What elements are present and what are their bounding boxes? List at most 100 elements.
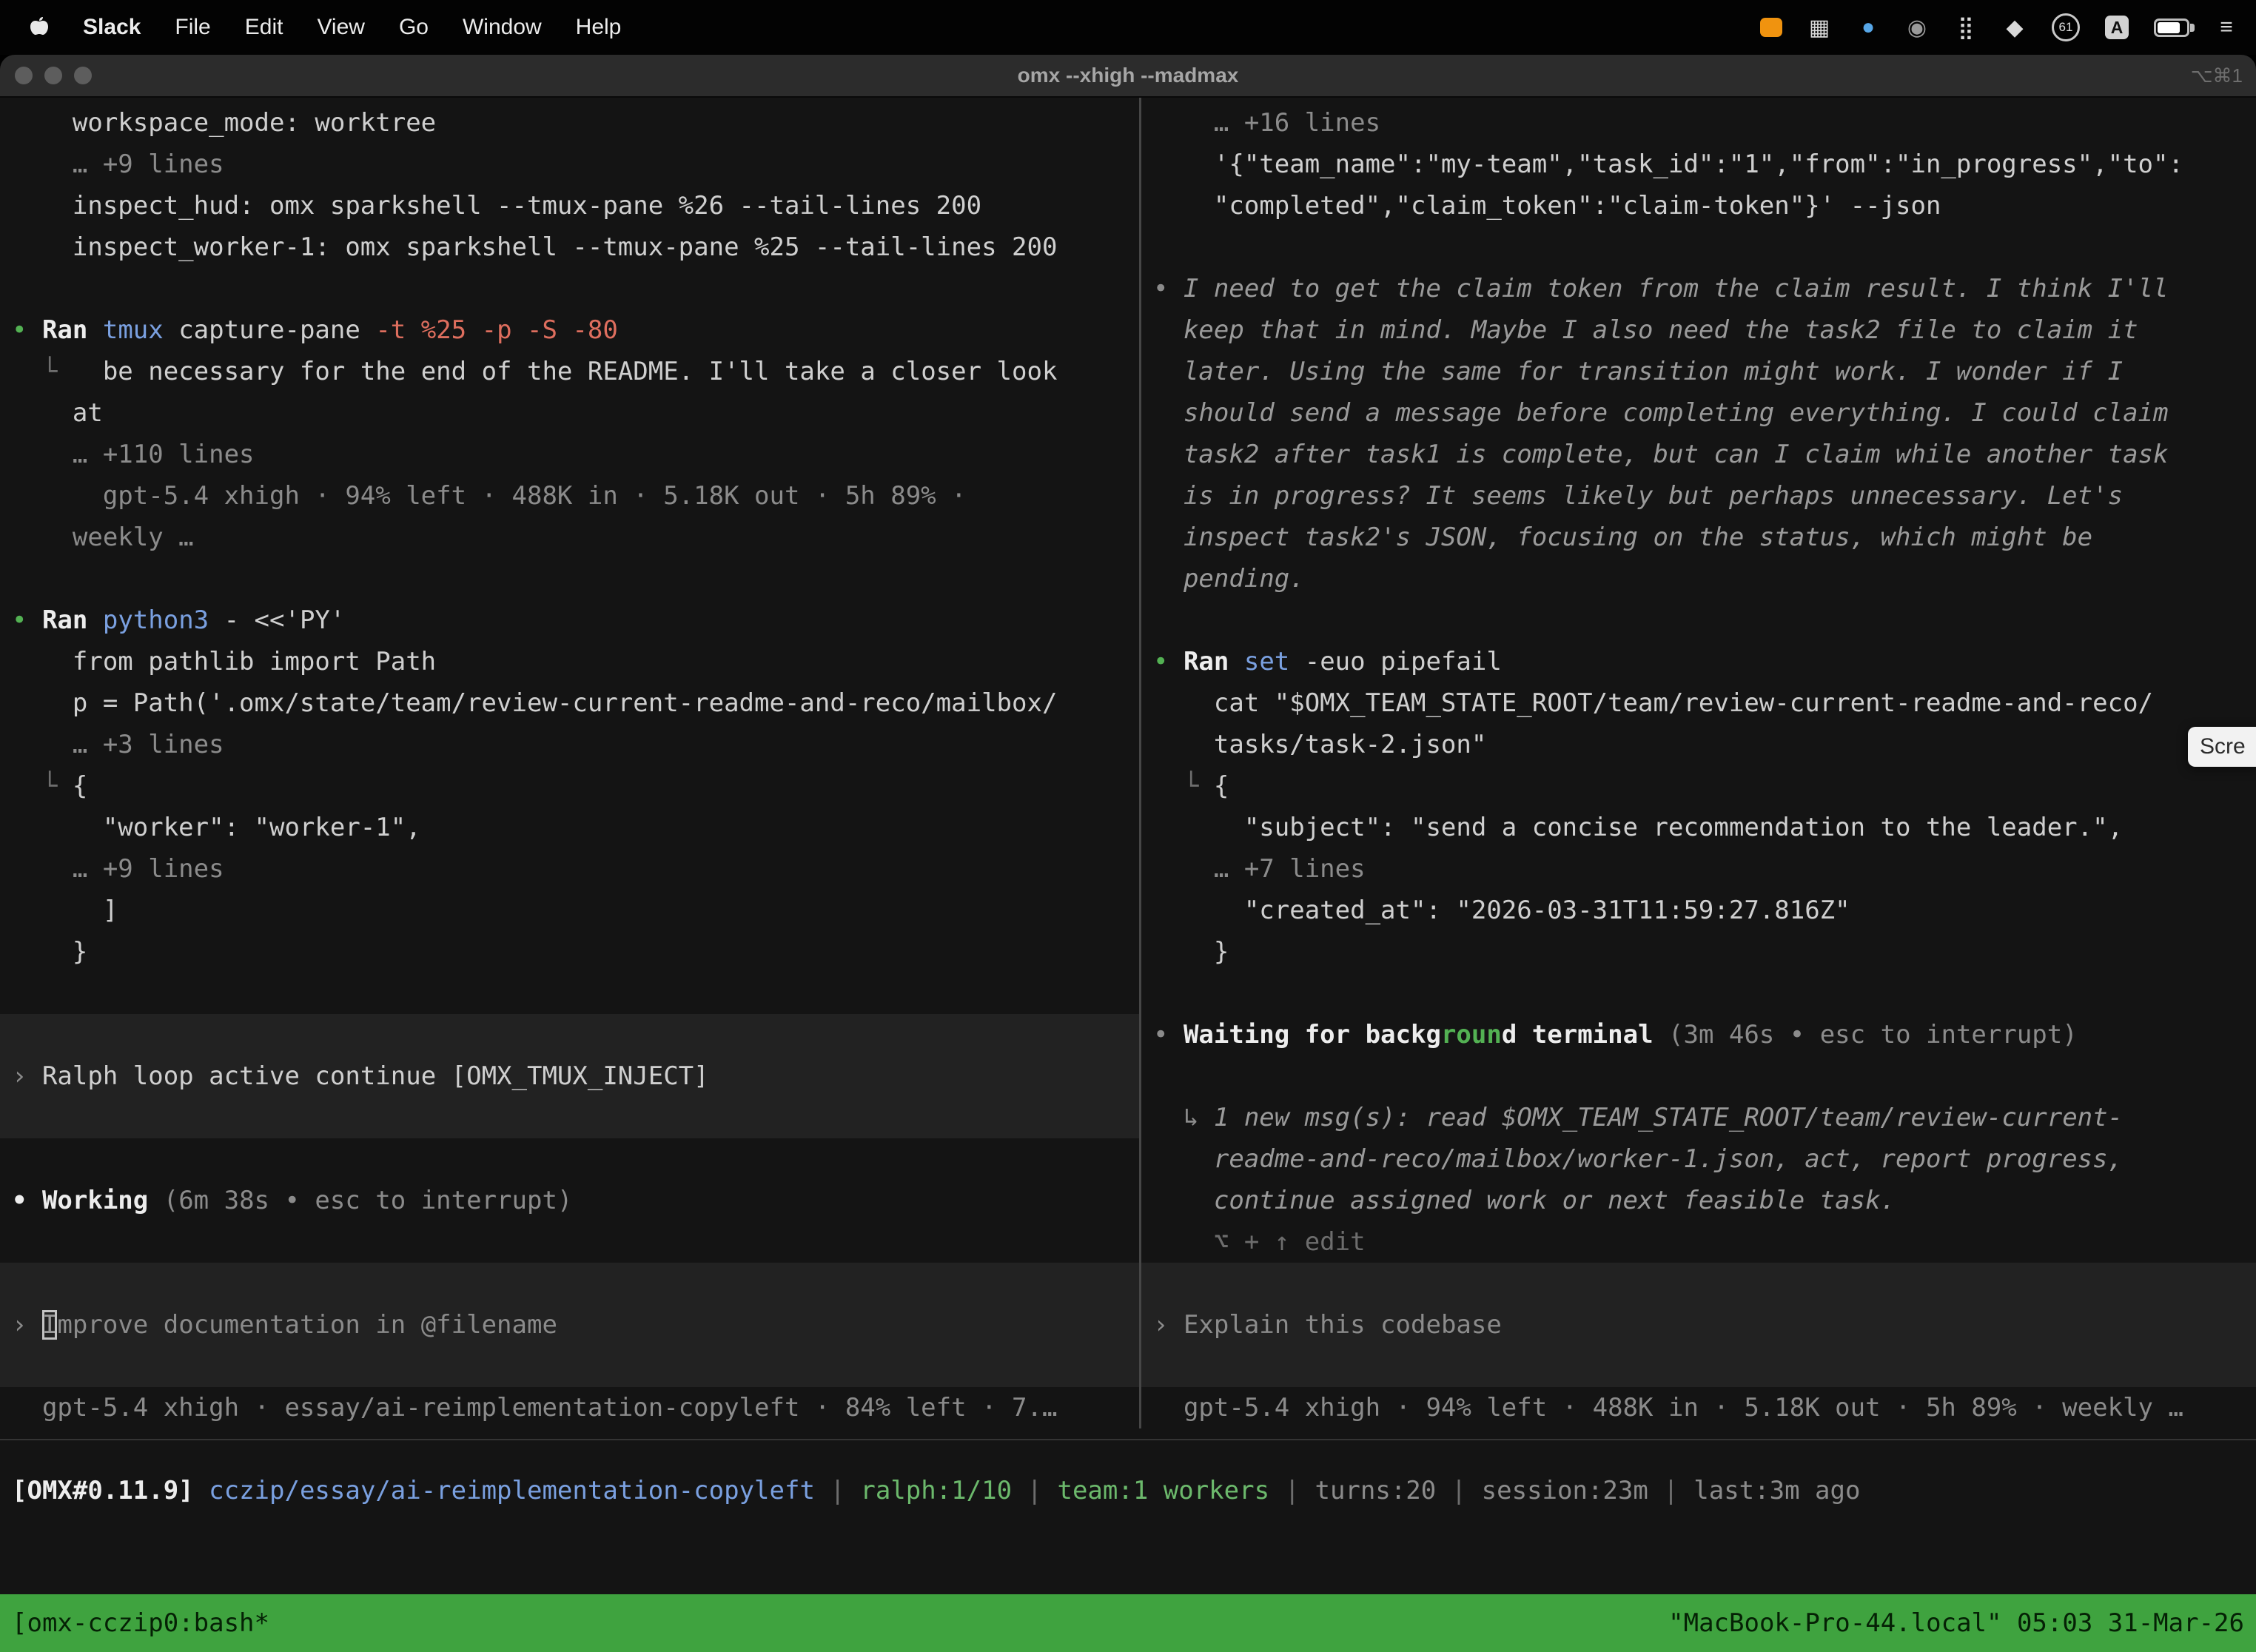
output-line: └ { (1141, 765, 2256, 807)
menu-go[interactable]: Go (399, 15, 429, 40)
command-line: • Ran python3 - <<'PY' (0, 600, 1139, 641)
thinking-line: task2 after task1 is complete, but can I… (1141, 434, 2256, 475)
tmux-status-bar: [omx-cczip0:bash* "MacBook-Pro-44.local"… (0, 1594, 2256, 1652)
composer-row (0, 1097, 1139, 1138)
input-source-icon[interactable]: A (2105, 16, 2129, 39)
text-segment: tasks/task-2.json" (1153, 730, 1486, 759)
text-segment: pending. (1153, 564, 1305, 594)
text-segment: Ran (1184, 647, 1244, 676)
window-grid-icon[interactable]: ▦ (1807, 15, 1831, 41)
bullet-icon: • (12, 1186, 42, 1215)
battery-icon[interactable] (2154, 19, 2189, 37)
composer-input[interactable]: › Explain this codebase (1141, 1304, 2256, 1346)
composer-row (1141, 1263, 2256, 1304)
output-elision: … +110 lines (0, 434, 1139, 475)
terminal-line (1141, 600, 2256, 641)
menu-app-name[interactable]: Slack (83, 15, 141, 40)
text-segment: capture-pane (164, 315, 360, 345)
composer-row (1141, 1346, 2256, 1387)
status-separator-line (0, 1439, 2256, 1440)
macos-menu-bar: Slack File Edit View Go Window Help ▦ ● … (0, 0, 2256, 55)
zoom-button[interactable] (74, 67, 92, 84)
composer-row (0, 1346, 1139, 1387)
text-segment: gpt-5.4 xhigh · 94% left · 488K in · 5.1… (12, 481, 967, 511)
screen-recording-indicator-icon[interactable] (1760, 18, 1782, 37)
text-segment: … +110 lines (12, 440, 255, 469)
text-segment: d terminal (1502, 1020, 1654, 1050)
terminal-line (0, 1138, 1139, 1180)
window-shortcut-hint: ⌥⌘1 (2191, 64, 2243, 87)
menu-window[interactable]: Window (463, 15, 542, 40)
menu-help[interactable]: Help (576, 15, 622, 40)
command-line: • Ran set -euo pipefail (1141, 641, 2256, 682)
output-elision: … +9 lines (0, 848, 1139, 890)
composer-input[interactable]: › Improve documentation in @filename (0, 1304, 1139, 1346)
thinking-line: inspect task2's JSON, focusing on the st… (1141, 517, 2256, 558)
text-segment: | (1436, 1476, 1481, 1505)
text-segment: mprove documentation in @filename (57, 1310, 557, 1340)
menu-file[interactable]: File (175, 15, 210, 40)
text-segment: cat "$OMX_TEAM_STATE_ROOT/team/review-cu… (1153, 688, 2153, 718)
edit-hint-line: ⌥ + ↑ edit (1141, 1221, 2256, 1263)
output-line: at (0, 392, 1139, 434)
text-segment: Explain this codebase (1184, 1310, 1502, 1340)
command-continuation: from pathlib import Path (0, 641, 1139, 682)
menu-edit[interactable]: Edit (245, 15, 283, 40)
output-line: └ { (0, 765, 1139, 807)
text-segment: from pathlib import Path (12, 647, 436, 676)
app-status-icon-blue[interactable]: ● (1856, 15, 1880, 40)
text-segment: cczip/essay/ai-reimplementation-copyleft (209, 1476, 815, 1505)
terminal-line (0, 973, 1139, 1014)
working-status-line: • Working (6m 38s • esc to interrupt) (0, 1180, 1139, 1221)
text-segment: "created_at": "2026-03-31T11:59:27.816Z" (1153, 896, 1850, 925)
password-manager-icon[interactable]: ◆ (2003, 15, 2027, 41)
thinking-line: is in progress? It seems likely but perh… (1141, 475, 2256, 517)
text-segment: 1 new msg(s): read $OMX_TEAM_STATE_ROOT/… (1214, 1103, 2123, 1132)
minimize-button[interactable] (44, 67, 62, 84)
output-line: ] (0, 890, 1139, 931)
screen-edge-tooltip[interactable]: Scre (2188, 727, 2256, 767)
terminal-pane-left[interactable]: workspace_mode: worktree … +9 lines insp… (0, 98, 1139, 1428)
bullet-icon: • (1153, 647, 1184, 676)
text-segment: … +7 lines (1153, 854, 1366, 884)
app-status-icon-dark[interactable]: ◉ (1905, 15, 1929, 41)
model-status-line: gpt-5.4 xhigh · 94% left · 488K in · 5.1… (1141, 1387, 2256, 1428)
composer-row (0, 1014, 1139, 1055)
text-segment: inspect_worker-1: omx sparkshell --tmux-… (12, 232, 1057, 262)
text-segment: Waiting for backg (1184, 1020, 1441, 1050)
stat-badge[interactable]: 61 (2052, 13, 2080, 41)
text-segment: inspect task2's JSON, focusing on the st… (1153, 523, 2092, 552)
thinking-line: later. Using the same for transition mig… (1141, 351, 2256, 392)
control-center-icon[interactable]: ≡ (2215, 15, 2238, 40)
output-line: } (1141, 931, 2256, 973)
prompt-chevron-icon: › (1153, 1310, 1184, 1340)
window-title: omx --xhigh --madmax (0, 64, 2256, 87)
usage-stats-line: weekly … (0, 517, 1139, 558)
output-line: } (0, 931, 1139, 973)
terminal-line (1141, 226, 2256, 268)
text-segment: (6m 38s • esc to interrupt) (148, 1186, 572, 1215)
composer-input[interactable]: › Ralph loop active continue [OMX_TMUX_I… (0, 1055, 1139, 1097)
apple-menu-icon[interactable] (30, 16, 49, 38)
output-line: └ be necessary for the end of the README… (0, 351, 1139, 392)
bullet-icon: • (12, 605, 42, 635)
text-segment: at (12, 398, 103, 428)
text-segment: | (815, 1476, 860, 1505)
text-segment: … +9 lines (12, 150, 224, 179)
text-segment: set (1244, 647, 1289, 676)
text-segment: gpt-5.4 xhigh · essay/ai-reimplementatio… (12, 1393, 1057, 1423)
prompt-chevron-icon: › (12, 1061, 42, 1091)
text-segment: "subject": "send a concise recommendatio… (1153, 813, 2123, 842)
tmux-session-window[interactable]: [omx-cczip0:bash* (12, 1608, 269, 1638)
text-segment: | (1012, 1476, 1057, 1505)
text-segment: last:3m ago (1693, 1476, 1860, 1505)
command-line: • Ran tmux capture-pane -t %25 -p -S -80 (0, 309, 1139, 351)
app-launcher-dots-icon[interactable]: ⣿ (1954, 15, 1978, 41)
close-button[interactable] (15, 67, 33, 84)
text-segment: gpt-5.4 xhigh · 94% left · 488K in · 5.1… (1153, 1393, 2183, 1423)
text-segment: roun (1441, 1020, 1502, 1050)
text-segment: readme-and-reco/mailbox/worker-1.json, a… (1153, 1144, 2123, 1174)
terminal-pane-right[interactable]: … +16 lines '{"team_name":"my-team","tas… (1141, 98, 2256, 1428)
menu-view[interactable]: View (317, 15, 364, 40)
tmux-panes: workspace_mode: worktree … +9 lines insp… (0, 98, 2256, 1428)
